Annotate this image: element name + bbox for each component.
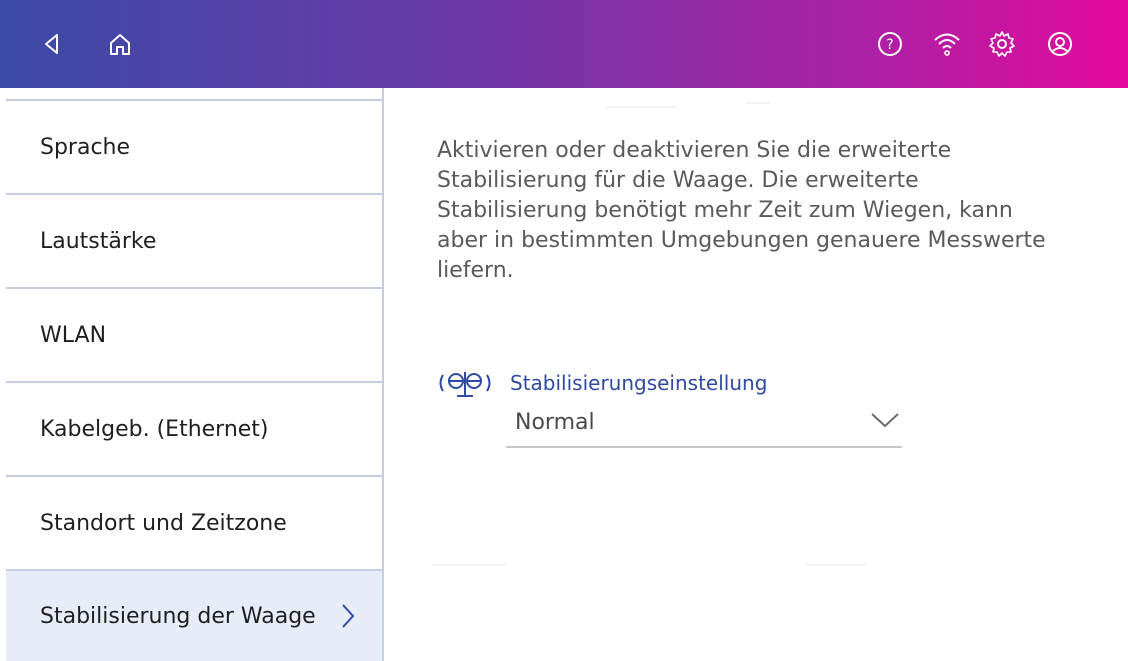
divider (746, 102, 770, 104)
stabilization-setting-label: Stabilisierungseinstellung (510, 371, 768, 395)
sidebar-divider (6, 88, 382, 101)
svg-text:?: ? (886, 37, 893, 53)
sidebar-item-label: Kabelgeb. (Ethernet) (40, 416, 269, 442)
sidebar-item-label: Stabilisierung der Waage (40, 603, 316, 629)
sidebar-item-lautstaerke[interactable]: Lautstärke (6, 195, 382, 289)
sidebar-item-ethernet[interactable]: Kabelgeb. (Ethernet) (6, 383, 382, 477)
sidebar-item-sprache[interactable]: Sprache (6, 101, 382, 195)
main-content: Aktivieren oder deaktivieren Sie die erw… (386, 88, 1128, 661)
description-text: Aktivieren oder deaktivieren Sie die erw… (437, 138, 1046, 283)
divider (432, 564, 506, 566)
back-icon[interactable] (32, 24, 72, 64)
sidebar-item-wlan[interactable]: WLAN (6, 289, 382, 383)
sidebar-item-standort-zeitzone[interactable]: Standort und Zeitzone (6, 477, 382, 571)
sidebar-item-label: WLAN (40, 322, 107, 348)
wifi-icon[interactable] (927, 24, 967, 64)
sidebar-item-stabilisierung[interactable]: Stabilisierung der Waage (6, 571, 382, 661)
settings-sidebar: Sprache Lautstärke WLAN Kabelgeb. (Ether… (6, 88, 384, 661)
chevron-down-icon (871, 413, 899, 428)
settings-icon[interactable] (982, 24, 1022, 64)
account-icon[interactable] (1040, 24, 1080, 64)
divider (606, 106, 676, 108)
scale-icon (439, 372, 491, 397)
help-icon[interactable]: ? (870, 24, 910, 64)
sidebar-item-label: Sprache (40, 134, 131, 160)
stabilization-dropdown[interactable]: Normal (506, 402, 902, 448)
top-bar: ? (0, 0, 1128, 88)
sidebar-item-label: Standort und Zeitzone (40, 510, 287, 536)
dropdown-selected-value: Normal (515, 410, 595, 435)
divider (806, 564, 866, 566)
sidebar-item-label: Lautstärke (40, 228, 157, 254)
chevron-right-icon (342, 604, 355, 628)
home-icon[interactable] (100, 24, 140, 64)
